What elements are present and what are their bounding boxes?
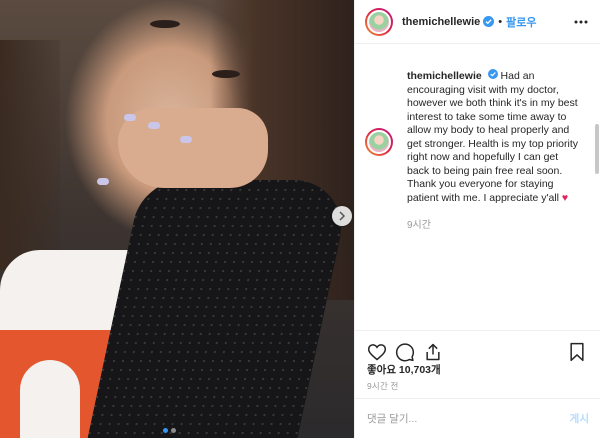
chevron-right-icon	[339, 211, 346, 221]
save-icon	[570, 342, 584, 362]
comments-section[interactable]: themichellewie Had an encouraging visit …	[355, 44, 600, 330]
verified-badge-icon	[483, 16, 495, 27]
post-details-panel: themichellewie • 팔로우 themichellewie Had …	[354, 0, 600, 438]
post-header: themichellewie • 팔로우	[355, 0, 600, 44]
carousel-next-button[interactable]	[332, 206, 352, 226]
carousel-indicator	[163, 428, 176, 433]
username-link[interactable]: themichellewie	[402, 16, 480, 28]
like-icon	[367, 343, 387, 360]
carousel-dot	[171, 428, 176, 433]
carousel-dot	[163, 428, 168, 433]
separator-dot: •	[498, 15, 503, 28]
comment-input[interactable]	[367, 412, 570, 425]
post-comment-button[interactable]: 게시	[570, 411, 589, 426]
caption-username[interactable]: themichellewie	[407, 70, 482, 82]
post-timestamp[interactable]: 9시간 전	[367, 380, 399, 392]
caption-text: Had an encouraging visit with my doctor,…	[407, 70, 578, 204]
caption-avatar[interactable]	[365, 128, 393, 156]
share-icon	[426, 343, 440, 360]
avatar[interactable]	[365, 7, 393, 36]
comment-icon	[395, 342, 415, 361]
caption-time[interactable]: 9시간	[407, 216, 579, 231]
follow-button[interactable]: 팔로우	[506, 14, 536, 30]
post-photo[interactable]	[0, 0, 354, 438]
caption: themichellewie Had an encouraging visit …	[365, 69, 587, 231]
save-button[interactable]	[563, 338, 591, 366]
heart-emoji: ♥	[561, 191, 569, 204]
verified-badge-icon	[487, 69, 498, 79]
comment-form: 게시	[355, 398, 600, 438]
more-options-icon[interactable]	[573, 14, 589, 33]
scrollbar[interactable]	[595, 124, 599, 174]
likes-count[interactable]: 좋아요 10,703개	[367, 362, 441, 377]
